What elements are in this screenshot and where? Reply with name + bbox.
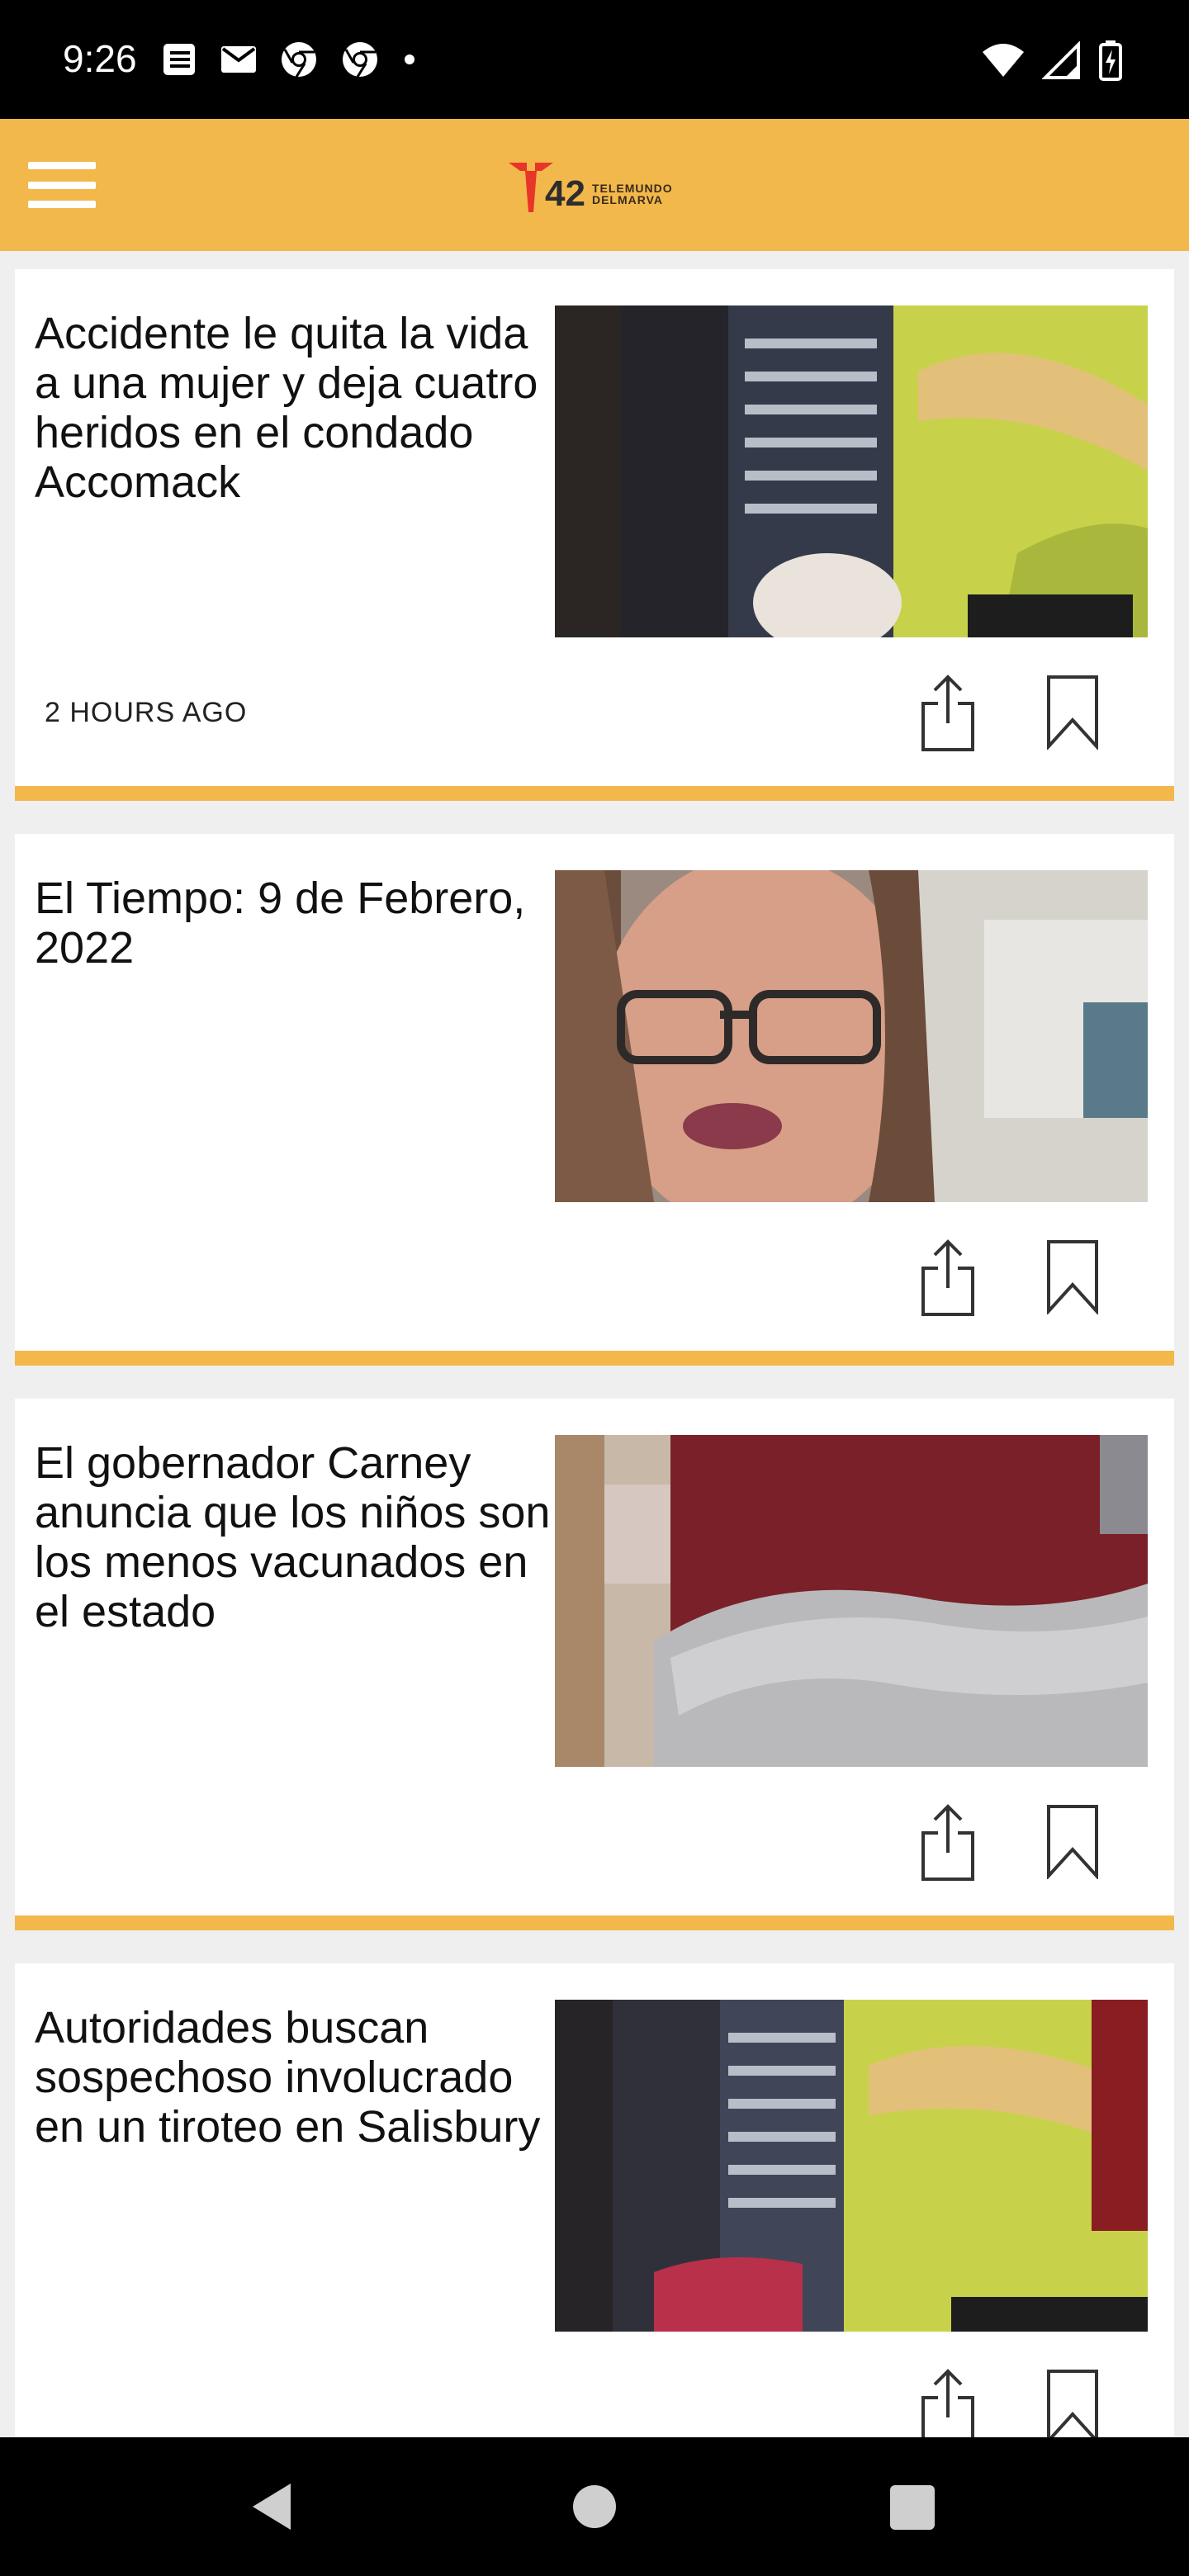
article-card[interactable]: El Tiempo: 9 de Febrero, 2022 [15,834,1174,1366]
logo-number: 42 [545,173,585,214]
system-navigation-bar [0,2437,1189,2576]
share-icon[interactable] [915,1237,981,1319]
status-bar: 9:26 [0,0,1189,119]
article-card[interactable]: Accidente le quita la vida a una mujer y… [15,269,1174,801]
back-icon[interactable] [248,2480,297,2533]
wifi-icon [983,44,1024,77]
article-card[interactable]: Autoridades buscan sospechoso involucrad… [15,1963,1174,2446]
share-icon[interactable] [915,2366,981,2449]
hamburger-menu-icon[interactable] [25,157,99,213]
logo-line1: TELEMUNDO [591,182,673,195]
bookmark-icon[interactable] [1044,1238,1101,1314]
signal-icon [1042,41,1080,79]
article-timestamp: 2 HOURS AGO [45,697,248,728]
chrome-icon [343,42,377,78]
chrome-icon [282,42,316,78]
app-header: 42 TELEMUNDO DELMARVA [0,119,1189,251]
mail-icon [221,46,256,73]
system-icons [981,40,1123,81]
news-icon [163,44,195,75]
battery-charging-icon [1099,40,1122,81]
dot-icon [405,54,414,64]
article-title[interactable]: El gobernador Carney anuncia que los niñ… [35,1438,560,1636]
notification-icons [160,40,418,79]
article-thumbnail[interactable] [555,2000,1148,2332]
telemundo-logo[interactable]: 42 TELEMUNDO DELMARVA [507,154,673,220]
share-icon[interactable] [915,1802,981,1884]
bookmark-icon[interactable] [1044,674,1101,750]
article-title[interactable]: Autoridades buscan sospechoso involucrad… [35,2003,560,2152]
logo-line2: DELMARVA [591,193,663,206]
article-thumbnail[interactable] [555,1435,1148,1767]
bookmark-icon[interactable] [1044,2368,1101,2444]
recents-icon[interactable] [890,2485,935,2530]
article-thumbnail[interactable] [555,870,1148,1202]
article-title[interactable]: Accidente le quita la vida a una mujer y… [35,309,560,507]
logo-wordmark: TELEMUNDO DELMARVA [592,182,673,206]
article-card[interactable]: El gobernador Carney anuncia que los niñ… [15,1399,1174,1930]
share-icon[interactable] [915,672,981,755]
article-title[interactable]: El Tiempo: 9 de Febrero, 2022 [35,874,560,973]
bookmark-icon[interactable] [1044,1803,1101,1879]
status-time: 9:26 [63,37,137,80]
home-icon[interactable] [573,2485,616,2528]
article-thumbnail[interactable] [555,305,1148,637]
